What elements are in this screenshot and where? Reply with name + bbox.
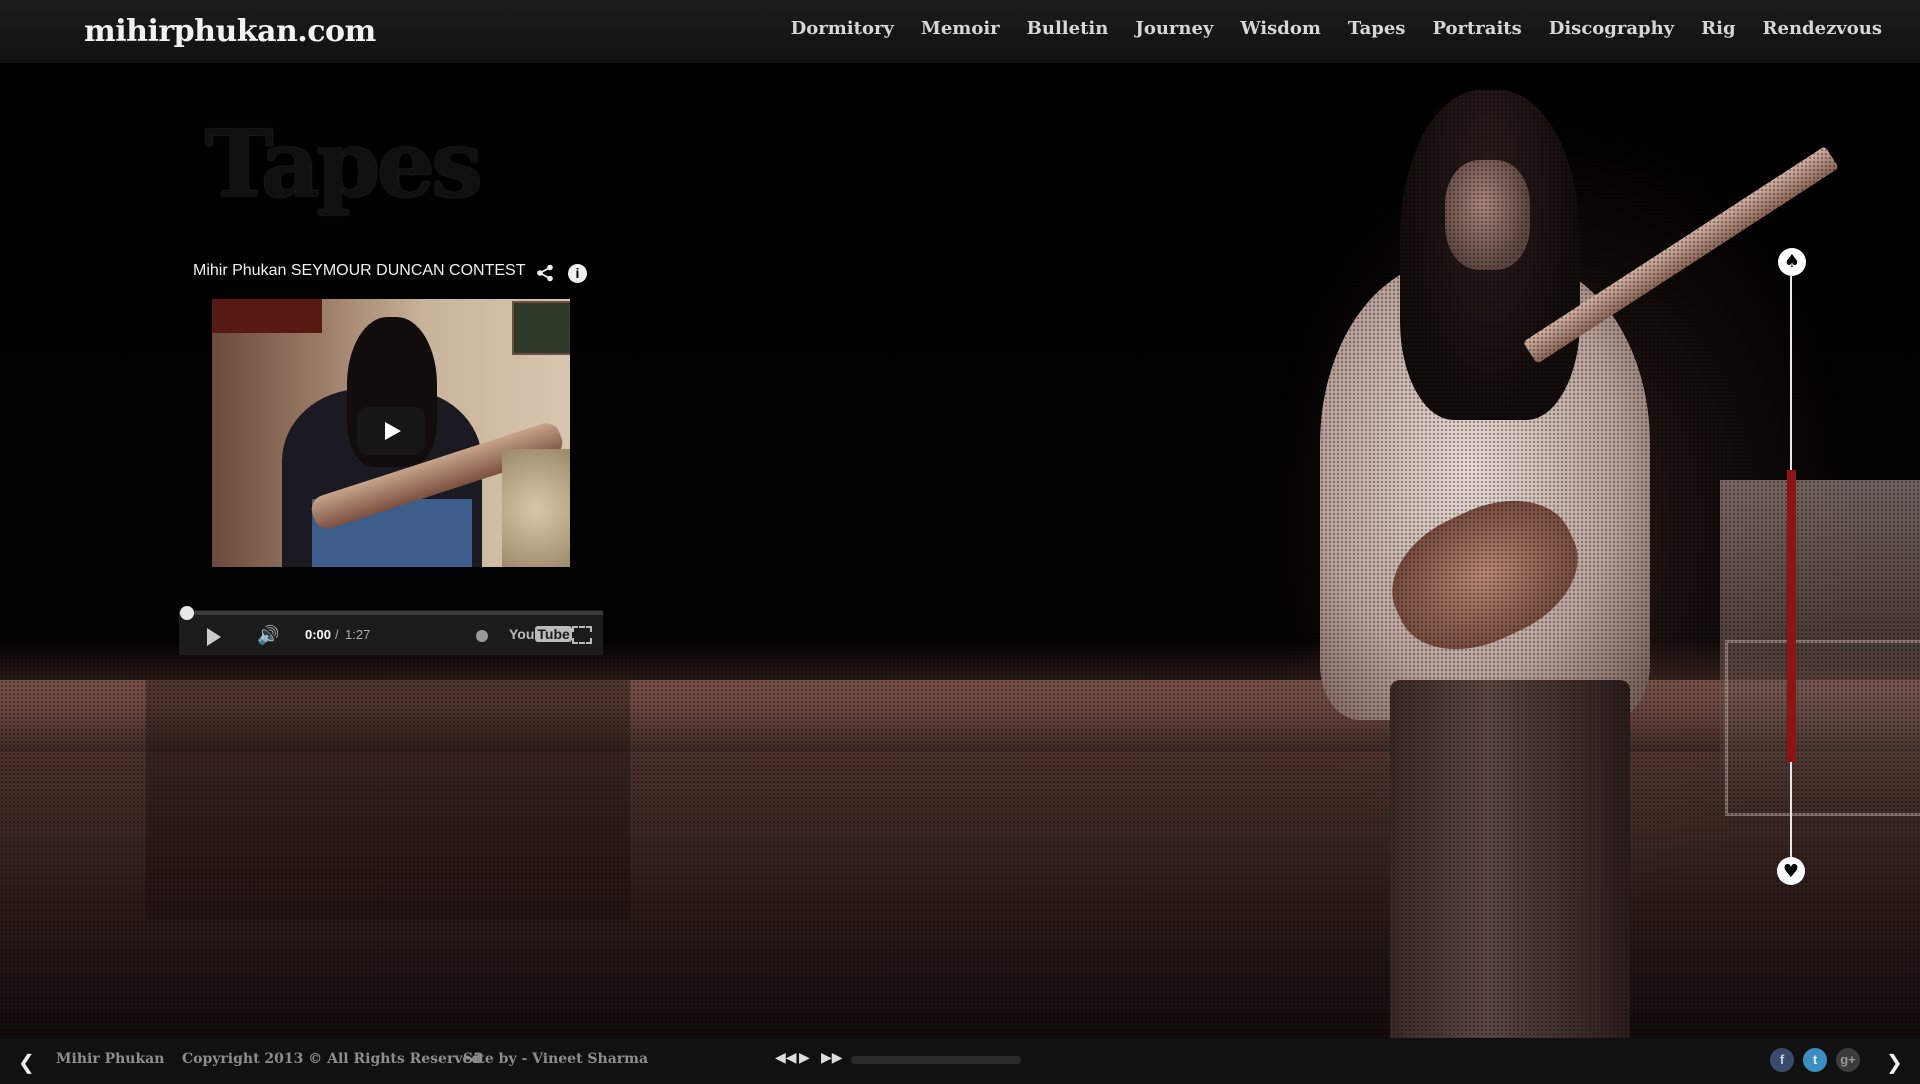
footer-site-credit[interactable]: Site by - Vineet Sharma — [463, 1051, 648, 1067]
video-thumbnail[interactable] — [212, 299, 570, 567]
main-nav: Dormitory Memoir Bulletin Journey Wisdom… — [764, 18, 1882, 39]
scroll-thumb[interactable] — [1787, 470, 1796, 762]
youtube-logo-tube: Tube — [535, 626, 572, 642]
time-current: 0:00 — [305, 627, 332, 642]
prev-arrow-icon[interactable]: ❮ — [18, 1050, 35, 1074]
fullscreen-icon[interactable] — [572, 626, 592, 644]
video-title[interactable]: Mihir Phukan SEYMOUR DUNCAN CONTEST — [193, 262, 526, 280]
youtube-logo-you: You — [509, 626, 535, 642]
thumbnail-cushion — [502, 449, 570, 567]
music-progress-bar[interactable] — [851, 1056, 1021, 1064]
nav-item-memoir[interactable]: Memoir — [921, 18, 1000, 39]
music-rewind-icon[interactable]: ◀◀ — [775, 1050, 797, 1066]
google-plus-icon[interactable]: g+ — [1836, 1048, 1860, 1072]
music-forward-icon[interactable]: ▶▶ — [821, 1050, 843, 1066]
video-controls: 🔊 0:00 / 1:27 You Tube — [179, 606, 603, 655]
site-footer: ❮ Mihir Phukan Copyright 2013 © All Righ… — [0, 1038, 1920, 1084]
youtube-logo[interactable]: You Tube — [509, 626, 572, 642]
scroll-up-spade-icon[interactable]: ♠ — [1778, 248, 1806, 276]
nav-item-bulletin[interactable]: Bulletin — [1027, 18, 1109, 39]
nav-item-rendezvous[interactable]: Rendezvous — [1763, 18, 1882, 39]
thumbnail-poster — [212, 299, 322, 333]
nav-item-tapes[interactable]: Tapes — [1348, 18, 1406, 39]
next-arrow-icon[interactable]: ❯ — [1886, 1050, 1903, 1074]
watch-later-icon[interactable] — [476, 630, 488, 642]
nav-item-discography[interactable]: Discography — [1549, 18, 1674, 39]
site-header: mihirphukan.com Dormitory Memoir Bulleti… — [0, 0, 1920, 63]
nav-item-journey[interactable]: Journey — [1135, 18, 1213, 39]
share-icon[interactable] — [536, 264, 554, 282]
video-play-button[interactable] — [357, 407, 425, 455]
video-progress-knob[interactable] — [180, 606, 194, 620]
music-play-icon[interactable]: ▶ — [799, 1050, 810, 1066]
info-icon[interactable]: i — [568, 264, 587, 283]
nav-item-dormitory[interactable]: Dormitory — [791, 18, 894, 39]
twitter-icon[interactable]: t — [1803, 1048, 1827, 1072]
site-logo[interactable]: mihirphukan.com — [84, 14, 376, 49]
time-duration: 1:27 — [345, 627, 371, 642]
control-play-icon[interactable] — [207, 628, 221, 646]
thumbnail-frame — [512, 301, 570, 355]
facebook-icon[interactable]: f — [1770, 1048, 1794, 1072]
time-separator: / — [335, 627, 339, 642]
footer-copyright: Copyright 2013 © All Rights Reserved — [182, 1051, 482, 1067]
video-progress-bar[interactable] — [179, 606, 603, 620]
nav-item-wisdom[interactable]: Wisdom — [1240, 18, 1321, 39]
scroll-down-heart-icon[interactable]: ♥ — [1777, 857, 1805, 885]
page-title: Tapes — [205, 110, 483, 218]
nav-item-rig[interactable]: Rig — [1701, 18, 1735, 39]
footer-name: Mihir Phukan — [56, 1051, 165, 1067]
volume-icon[interactable]: 🔊 — [257, 626, 281, 646]
nav-item-portraits[interactable]: Portraits — [1432, 18, 1521, 39]
